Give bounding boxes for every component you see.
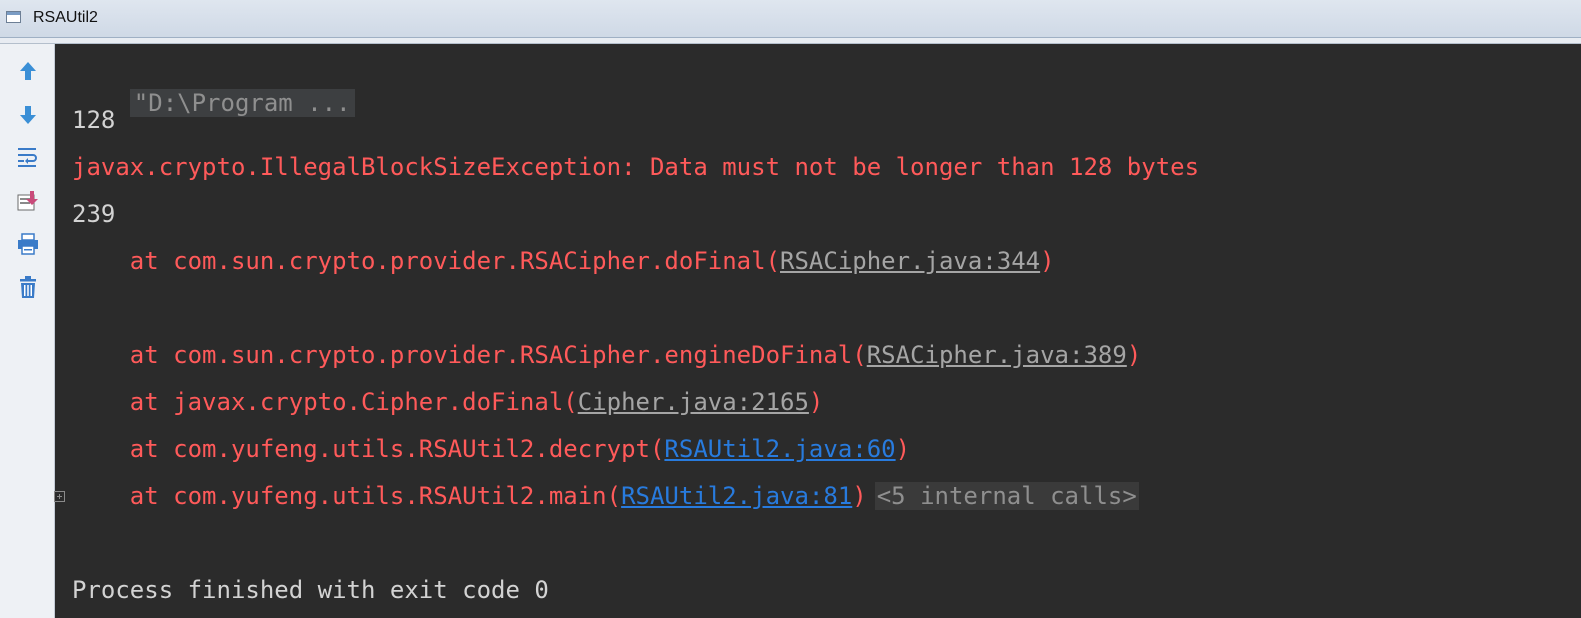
stack-frame-text: at com.yufeng.utils.RSAUtil2.main( [72, 482, 622, 510]
soft-wrap-icon [18, 148, 37, 167]
source-link[interactable]: Cipher.java:2165 [578, 388, 809, 416]
source-link[interactable]: RSACipher.java:344 [780, 247, 1040, 275]
console-output[interactable]: "D:\Program ... 128 javax.crypto.Illegal… [54, 44, 1581, 618]
window-icon [6, 11, 21, 23]
stack-trace-line: at com.sun.crypto.provider.RSACipher.eng… [72, 340, 1141, 370]
stack-trace-line: at com.yufeng.utils.RSAUtil2.decrypt(RSA… [72, 434, 910, 464]
process-finished-line: Process finished with exit code 0 [72, 576, 549, 604]
internal-calls-fold[interactable]: <5 internal calls> [874, 482, 1139, 510]
source-link[interactable]: RSACipher.java:389 [867, 341, 1127, 369]
console-line: 239 [72, 200, 116, 228]
print-button[interactable] [14, 230, 42, 258]
scroll-down-icon [20, 106, 36, 124]
print-icon [18, 233, 38, 255]
expand-fold-icon[interactable] [54, 491, 65, 502]
stack-frame-text: at com.yufeng.utils.RSAUtil2.decrypt( [72, 435, 665, 463]
stack-frame-text: at com.sun.crypto.provider.RSACipher.eng… [72, 341, 867, 369]
console-line: "D:\Program ... [72, 58, 355, 117]
scroll-up-icon [20, 62, 36, 80]
scroll-to-end-icon [17, 191, 38, 211]
scroll-down-button[interactable] [14, 101, 42, 129]
stack-trace-line: at com.sun.crypto.provider.RSACipher.doF… [72, 246, 1055, 276]
stack-trace-line: at com.yufeng.utils.RSAUtil2.main(RSAUti… [72, 481, 1139, 511]
stack-frame-end: ) [808, 388, 824, 416]
scroll-to-end-button[interactable] [14, 187, 42, 215]
stack-frame-text: at javax.crypto.Cipher.doFinal( [72, 388, 578, 416]
stack-frame-end: ) [1040, 247, 1055, 275]
clear-all-icon [20, 276, 36, 298]
clear-all-button[interactable] [14, 273, 42, 301]
stack-trace-line: at javax.crypto.Cipher.doFinal(Cipher.ja… [72, 387, 824, 417]
source-link[interactable]: RSAUtil2.java:81 [621, 482, 852, 510]
window-title: RSAUtil2 [33, 9, 98, 26]
console-line: 128 [72, 106, 116, 134]
exception-line: javax.crypto.IllegalBlockSizeException: … [72, 153, 1200, 181]
title-bar: RSAUtil2 [0, 0, 1581, 38]
stack-frame-end: ) [895, 435, 911, 463]
soft-wrap-button[interactable] [14, 143, 42, 171]
stack-frame-end: ) [852, 482, 867, 510]
console-toolbar [0, 44, 55, 618]
command-line-folded[interactable]: "D:\Program ... [129, 89, 355, 117]
scroll-up-button[interactable] [14, 57, 42, 85]
stack-frame-text: at com.sun.crypto.provider.RSACipher.doF… [72, 247, 781, 275]
source-link[interactable]: RSAUtil2.java:60 [664, 435, 895, 463]
stack-frame-end: ) [1126, 341, 1142, 369]
